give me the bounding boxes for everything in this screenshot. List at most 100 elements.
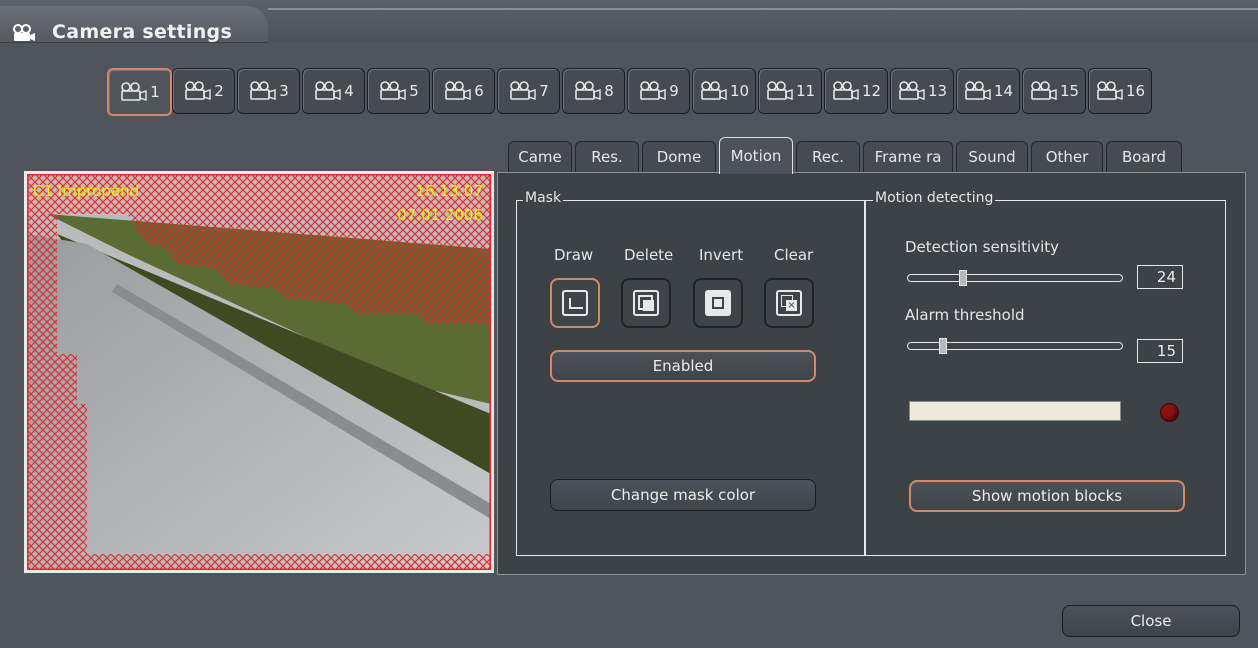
camera-button-label: 5 [409,82,419,100]
mask-enabled-label: Enabled [652,357,714,375]
draw-mask-icon [562,290,588,316]
mask-group: Mask Draw Delete Invert Clear × Enabled … [516,190,866,556]
camera-button-label: 2 [214,82,224,100]
tab-label: Other [1045,148,1089,166]
camera-preview[interactable]: C1 Impropand 16:13:07 07.01.2006 [24,171,494,573]
camera-button-2[interactable]: 2 [172,68,235,114]
delete-mask-button[interactable] [621,278,671,328]
preview-image[interactable]: C1 Impropand 16:13:07 07.01.2006 [27,174,491,570]
camera-icon [508,80,539,102]
tab-sound[interactable]: Sound [956,141,1028,172]
preview-date: 07.01.2006 [397,206,483,224]
camera-button-9[interactable]: 9 [627,68,690,114]
draw-mask-button[interactable] [550,278,600,328]
camera-button-11[interactable]: 11 [758,68,822,114]
tab-label: Dome [656,148,702,166]
camera-icon [831,80,862,102]
tab-label: Board [1121,148,1167,166]
camera-icon [443,80,474,102]
camera-button-3[interactable]: 3 [237,68,300,114]
preview-camera-name: C1 Impropand [33,182,139,200]
tab-came[interactable]: Came [508,141,572,172]
motion-group-label: Motion detecting [873,190,996,206]
title-bar: Camera settings [0,0,1258,43]
delete-mask-icon [633,290,659,316]
camera-icon [248,80,279,102]
sensitivity-value-box[interactable]: 24 [1137,265,1183,289]
invert-mask-button[interactable] [693,278,743,328]
camera-button-4[interactable]: 4 [302,68,365,114]
preview-time: 16:13:07 [416,182,483,200]
threshold-slider-thumb[interactable] [939,338,948,354]
tab-label: Res. [591,148,623,166]
camera-button-7[interactable]: 7 [497,68,560,114]
tab-other[interactable]: Other [1031,141,1103,172]
camera-button-label: 16 [1125,82,1146,100]
mask-tool-label-invert: Invert [699,246,744,264]
mask-group-label: Mask [523,190,564,206]
camera-icon [1095,80,1126,102]
camera-button-10[interactable]: 10 [692,68,756,114]
show-motion-blocks-label: Show motion blocks [971,487,1123,505]
change-mask-color-label: Change mask color [610,486,756,504]
camera-icon [183,80,214,102]
camera-button-label: 9 [669,82,679,100]
camera-button-8[interactable]: 8 [562,68,625,114]
threshold-value-box[interactable]: 15 [1137,339,1183,363]
close-label: Close [1130,612,1172,630]
tab-dome[interactable]: Dome [642,141,716,172]
clear-mask-icon: × [776,290,802,316]
mask-enabled-toggle[interactable]: Enabled [550,350,816,382]
sensitivity-slider-thumb[interactable] [958,270,967,286]
camera-icon [573,80,604,102]
camera-button-label: 11 [795,82,816,100]
camera-button-12[interactable]: 12 [824,68,888,114]
title-divider [268,8,1258,10]
camera-button-5[interactable]: 5 [367,68,430,114]
motion-level-bar [909,401,1121,421]
tab-board[interactable]: Board [1106,141,1182,172]
camera-button-14[interactable]: 14 [956,68,1020,114]
sensitivity-slider[interactable] [907,274,1123,282]
tab-label: Frame ra [874,148,942,166]
camera-icon [963,80,994,102]
alarm-led-indicator [1160,403,1179,422]
camera-button-6[interactable]: 6 [432,68,495,114]
tab-rec[interactable]: Rec. [796,141,860,172]
tab-label: Sound [968,148,1016,166]
tab-label: Rec. [812,148,844,166]
tab-motion[interactable]: Motion [719,137,793,174]
mask-tool-label-delete: Delete [624,246,674,264]
camera-icon [765,80,796,102]
camera-icon [1029,80,1060,102]
tab-res[interactable]: Res. [575,141,639,172]
window-title: Camera settings [52,21,233,43]
change-mask-color-button[interactable]: Change mask color [550,479,816,511]
camera-button-13[interactable]: 13 [890,68,954,114]
title-tab: Camera settings [0,6,268,43]
close-button[interactable]: Close [1062,605,1240,637]
clear-mask-button[interactable]: × [764,278,814,328]
camera-button-16[interactable]: 16 [1088,68,1152,114]
camera-button-label: 10 [729,82,750,100]
invert-mask-icon [705,290,731,316]
show-motion-blocks-button[interactable]: Show motion blocks [909,480,1185,512]
camera-button-label: 3 [279,82,289,100]
motion-panel: Mask Draw Delete Invert Clear × Enabled … [497,172,1246,575]
camera-button-label: 14 [993,82,1014,100]
camera-icon [699,80,730,102]
tab-frame-ra[interactable]: Frame ra [863,141,953,172]
camera-button-label: 13 [927,82,948,100]
threshold-label: Alarm threshold [905,306,1025,324]
mask-tool-label-clear: Clear [774,246,814,264]
camera-button-label: 7 [539,82,549,100]
camera-icon [313,80,344,102]
camera-icon [378,80,409,102]
camera-button-label: 12 [861,82,882,100]
camera-button-label: 1 [150,83,160,101]
camera-button-label: 15 [1059,82,1080,100]
sensitivity-label: Detection sensitivity [905,238,1060,256]
camera-button-15[interactable]: 15 [1022,68,1086,114]
camera-button-label: 6 [474,82,484,100]
camera-button-1[interactable]: 1 [107,68,172,116]
